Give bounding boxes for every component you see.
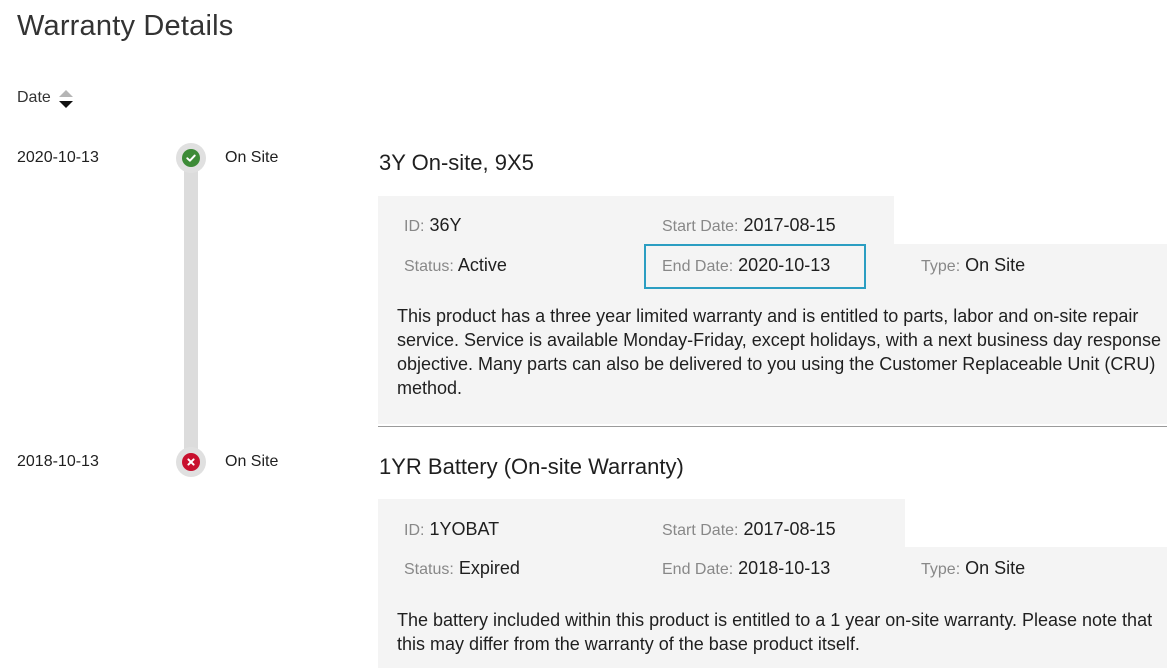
start-date-label: Start Date: xyxy=(662,218,739,235)
id-value: 36Y xyxy=(429,215,462,235)
check-circle-icon xyxy=(182,149,200,167)
sort-arrows-icon xyxy=(58,90,73,108)
type-value: On Site xyxy=(965,255,1026,275)
page-title: Warranty Details xyxy=(17,10,234,42)
warranty-start-date: Start Date: 2017-08-15 xyxy=(662,519,836,540)
type-value: On Site xyxy=(965,558,1026,578)
start-date-value: 2017-08-15 xyxy=(743,519,836,539)
status-value: Expired xyxy=(458,558,520,578)
status-value: Active xyxy=(457,255,507,275)
warranty-id: ID: 1YOBAT xyxy=(404,519,499,540)
warranty-id: ID: 36Y xyxy=(404,215,462,236)
status-indicator xyxy=(176,447,206,477)
warranty-description: This product has a three year limited wa… xyxy=(397,306,1162,398)
end-date-value: 2018-10-13 xyxy=(738,558,831,578)
type-label: Type: xyxy=(921,561,961,578)
warranty-end-date: End Date: 2018-10-13 xyxy=(662,558,830,579)
sort-ascending-icon xyxy=(58,90,73,97)
id-label: ID: xyxy=(404,218,425,235)
error-circle-icon xyxy=(182,453,200,471)
start-date-value: 2017-08-15 xyxy=(743,215,836,235)
warranty-date: 2020-10-13 xyxy=(17,149,99,166)
timeline-line xyxy=(184,166,198,456)
warranty-type-short: On Site xyxy=(225,453,279,470)
warranty-end-date: End Date: 2020-10-13 xyxy=(662,255,830,276)
warranty-title: 3Y On-site, 9X5 xyxy=(379,150,534,175)
end-date-value: 2020-10-13 xyxy=(738,255,831,275)
status-label: Status: xyxy=(404,258,454,275)
type-label: Type: xyxy=(921,258,961,275)
warranty-type: Type: On Site xyxy=(921,255,1025,276)
date-sort-button[interactable]: Date xyxy=(17,88,73,108)
id-label: ID: xyxy=(404,522,425,539)
end-date-label: End Date: xyxy=(662,561,734,578)
row-divider xyxy=(378,426,1167,427)
warranty-date: 2018-10-13 xyxy=(17,453,99,470)
warranty-title: 1YR Battery (On-site Warranty) xyxy=(379,454,684,479)
warranty-type-short: On Site xyxy=(225,149,279,166)
status-label: Status: xyxy=(404,561,454,578)
sort-descending-icon xyxy=(58,101,73,108)
warranty-description: The battery included within this product… xyxy=(397,610,1153,654)
warranty-status: Status: Expired xyxy=(404,558,520,579)
end-date-label: End Date: xyxy=(662,258,734,275)
id-value: 1YOBAT xyxy=(429,519,500,539)
warranty-start-date: Start Date: 2017-08-15 xyxy=(662,215,836,236)
sort-label: Date xyxy=(17,89,51,106)
warranty-status: Status: Active xyxy=(404,255,507,276)
start-date-label: Start Date: xyxy=(662,522,739,539)
warranty-type: Type: On Site xyxy=(921,558,1025,579)
status-indicator xyxy=(176,143,206,173)
